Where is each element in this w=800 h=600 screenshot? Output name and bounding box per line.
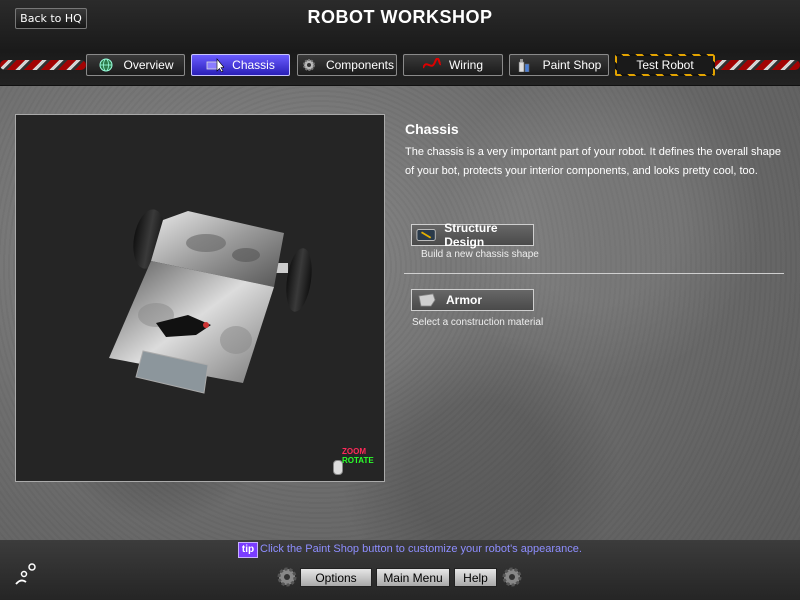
gear-icon xyxy=(502,567,522,587)
zoom-hint: ZOOM xyxy=(342,447,366,456)
structure-design-subtitle: Build a new chassis shape xyxy=(421,249,539,260)
tab-wiring[interactable]: Wiring xyxy=(403,54,503,76)
control-hint: ZOOM ROTATE xyxy=(336,447,374,465)
tab-label: Paint Shop xyxy=(542,58,602,72)
structure-design-button[interactable]: Structure Design xyxy=(411,221,534,249)
main-menu-button[interactable]: Main Menu xyxy=(376,568,450,587)
tab-chassis[interactable]: Chassis xyxy=(191,54,290,76)
logo-icon xyxy=(15,563,36,585)
tab-overview[interactable]: Overview xyxy=(86,54,185,76)
robot-model-render xyxy=(109,209,312,394)
page-title: ROBOT WORKSHOP xyxy=(307,7,493,27)
blueprint-icon xyxy=(416,229,436,241)
tab-test-robot[interactable]: Test Robot xyxy=(615,54,715,76)
options-button[interactable]: Options xyxy=(300,568,372,587)
rotate-hint: ROTATE xyxy=(342,456,374,465)
tip-text: Click the Paint Shop button to customize… xyxy=(260,543,582,555)
paint-cans-icon xyxy=(518,59,529,72)
tab-label: Components xyxy=(325,58,395,72)
armor-button[interactable]: Armor xyxy=(411,289,534,311)
wire-decoration-left xyxy=(0,60,86,70)
section-title: Chassis xyxy=(405,121,459,137)
tab-components[interactable]: Components xyxy=(297,54,397,76)
panel-divider xyxy=(404,273,784,274)
cursor-icon xyxy=(206,58,225,72)
section-description: The chassis is a very important part of … xyxy=(405,146,782,177)
gear-icon xyxy=(302,59,315,71)
wire-decoration-right xyxy=(714,60,800,70)
tab-label: Test Robot xyxy=(636,58,694,72)
armor-label: Armor xyxy=(446,293,483,307)
globe-icon xyxy=(99,58,113,72)
tab-paint-shop[interactable]: Paint Shop xyxy=(509,54,609,76)
help-button[interactable]: Help xyxy=(454,568,497,587)
robot-3d-viewport[interactable]: ZOOM ROTATE xyxy=(15,114,385,482)
tip-badge: tip xyxy=(238,542,258,558)
gear-icon xyxy=(277,567,297,587)
tab-label: Overview xyxy=(123,58,174,72)
armor-subtitle: Select a construction material xyxy=(412,317,544,328)
wire-icon xyxy=(422,58,441,69)
armor-plate-icon xyxy=(418,293,436,307)
tab-label: Chassis xyxy=(232,58,275,72)
tab-label: Wiring xyxy=(448,58,483,72)
structure-design-label: Structure Design xyxy=(444,221,498,249)
